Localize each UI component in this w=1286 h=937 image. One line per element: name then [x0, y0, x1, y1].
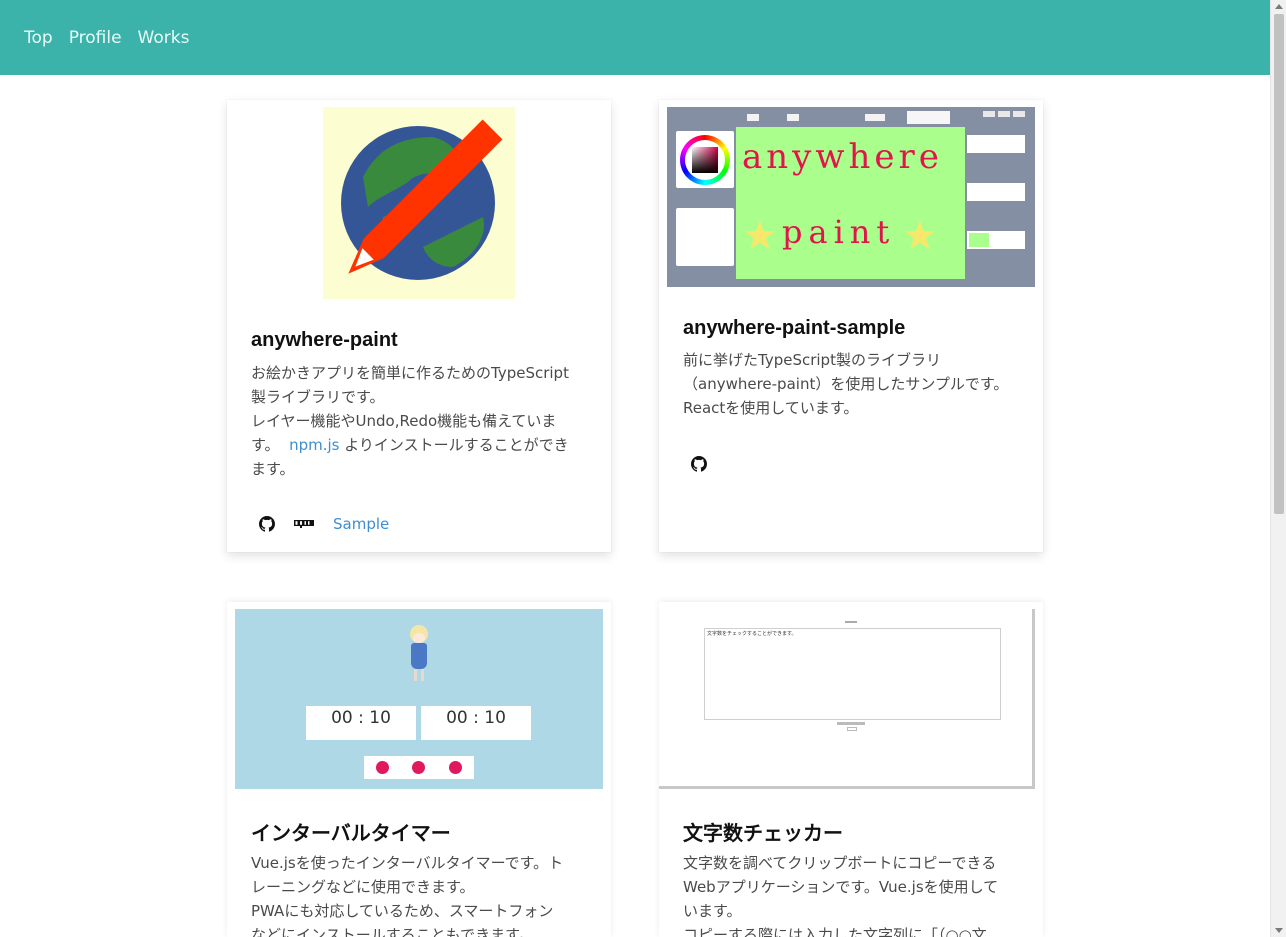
nav-link-works[interactable]: Works — [138, 28, 190, 48]
stop-icon — [449, 761, 463, 774]
description-line: （anywhere-paint）を使用したサンプルです。 — [683, 375, 1009, 393]
top-navbar: Top Profile Works — [0, 0, 1270, 75]
description-line: PWAにも対応しているため、スマートフォン — [251, 902, 554, 920]
description-text: よりインストールすることができ — [344, 436, 569, 454]
sample-textarea-text: 文字数をチェックすることができます。 — [707, 631, 797, 637]
character-illustration — [407, 625, 431, 683]
play-icon — [375, 761, 389, 774]
card-title: anywhere-paint — [251, 329, 398, 351]
card-footer: Sample — [257, 514, 389, 534]
card-description: Vue.jsを使ったインターバルタイマーです。ト レーニングなどに使用できます。… — [251, 851, 596, 937]
npm-js-link[interactable]: npm.js — [289, 436, 339, 454]
nav-link-profile[interactable]: Profile — [69, 28, 122, 48]
scroll-down-arrow-icon[interactable] — [1275, 928, 1283, 933]
timer-display-work: 00 : 10 — [306, 706, 416, 740]
anywhere-paint-logo-image — [323, 107, 515, 299]
page-scrollbar[interactable] — [1270, 0, 1286, 937]
description-line: などにインストールすることもできます。 — [251, 926, 534, 937]
sample-link[interactable]: Sample — [333, 515, 389, 533]
work-card-interval-timer: 00 : 10 00 : 10 インターバルタイマー Vue.jsを使ったインタ… — [227, 602, 611, 937]
card-description: お絵かきアプリを簡単に作るためのTypeScript 製ライブラリです。 レイヤ… — [251, 361, 591, 481]
card-footer — [689, 454, 709, 474]
github-icon[interactable] — [689, 454, 709, 474]
card-description: 文字数を調べてクリップボートにコピーできる Webアプリケーションです。Vue.… — [683, 851, 1033, 937]
timer-display-rest: 00 : 10 — [421, 706, 531, 740]
nav-link-top[interactable]: Top — [24, 28, 53, 48]
star-icon: ★ — [742, 213, 778, 259]
scroll-up-arrow-icon[interactable] — [1275, 4, 1283, 9]
timer-controls — [364, 756, 474, 779]
description-line: ます。 — [251, 460, 295, 478]
description-line: お絵かきアプリを簡単に作るためのTypeScript — [251, 364, 569, 382]
timer-value: 00 : 10 — [331, 708, 391, 728]
description-line: Webアプリケーションです。Vue.jsを使用して — [683, 878, 999, 896]
description-line: す。 npm.js よりインストールすることができ — [251, 433, 591, 457]
description-line: います。 — [683, 902, 742, 920]
description-line: レイヤー機能やUndo,Redo機能も備えていま — [251, 412, 557, 430]
work-card-anywhere-paint: anywhere-paint お絵かきアプリを簡単に作るためのTypeScrip… — [227, 100, 611, 552]
interval-timer-screenshot: 00 : 10 00 : 10 — [235, 609, 603, 789]
github-icon[interactable] — [257, 514, 277, 534]
card-title: インターバルタイマー — [251, 823, 451, 845]
anywhere-paint-sample-screenshot: anywhere paint ★ ★ — [667, 107, 1035, 287]
description-line: レーニングなどに使用できます。 — [251, 878, 475, 896]
sample-textarea: 文字数をチェックすることができます。 — [704, 628, 1001, 720]
description-line: 製ライブラリです。 — [251, 388, 385, 406]
card-title: anywhere-paint-sample — [683, 317, 906, 339]
star-icon: ★ — [902, 213, 938, 259]
scrollbar-thumb[interactable] — [1274, 14, 1284, 514]
work-card-character-counter: 文字数をチェックすることができます。 文字数チェッカー 文字数を調べてクリップボ… — [659, 602, 1043, 937]
card-description: 前に挙げたTypeScript製のライブラリ （anywhere-paint）を… — [683, 348, 1028, 420]
pause-icon — [412, 761, 426, 774]
description-line: Vue.jsを使ったインターバルタイマーです。ト — [251, 854, 564, 872]
description-text: す。 — [251, 436, 280, 454]
timer-value: 00 : 10 — [446, 708, 506, 728]
thumb-text-paint: paint — [782, 213, 896, 251]
description-line: Reactを使用しています。 — [683, 399, 859, 417]
description-line: コピーする際には入力した文字列に「（○○文 — [683, 926, 987, 937]
card-title: 文字数チェッカー — [683, 823, 843, 845]
description-line: 前に挙げたTypeScript製のライブラリ — [683, 351, 941, 369]
npm-icon[interactable] — [293, 514, 315, 534]
work-card-anywhere-paint-sample: anywhere paint ★ ★ anywhere-paint-sample… — [659, 100, 1043, 552]
thumb-text-anywhere: anywhere — [742, 137, 943, 177]
description-line: 文字数を調べてクリップボートにコピーできる — [683, 854, 997, 872]
character-counter-screenshot: 文字数をチェックすることができます。 — [659, 609, 1035, 789]
